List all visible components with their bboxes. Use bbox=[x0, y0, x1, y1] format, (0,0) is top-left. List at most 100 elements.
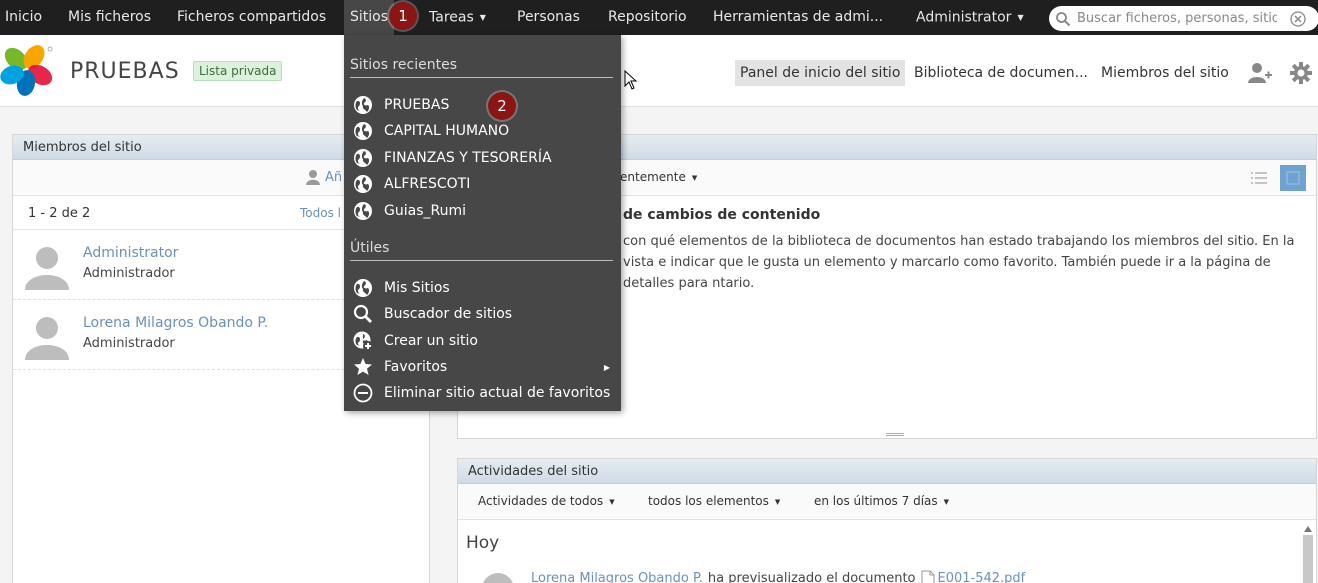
activity-user-link[interactable]: Lorena Milagros Obando P. bbox=[531, 571, 703, 583]
caret-down-icon: ▼ bbox=[609, 497, 615, 506]
activity-document-link[interactable]: E001-542.pdf bbox=[938, 571, 1026, 583]
star-icon bbox=[352, 356, 374, 378]
user-icon bbox=[306, 170, 320, 185]
recent-site-label: PRUEBAS bbox=[384, 97, 450, 113]
site-finder-item[interactable]: Buscador de sitios bbox=[352, 302, 612, 326]
activities-day-heading: Hoy bbox=[466, 533, 500, 553]
minus-circle-icon bbox=[352, 382, 374, 404]
avatar bbox=[482, 573, 514, 583]
recent-site-label: CAPITAL HUMANO bbox=[384, 123, 510, 139]
site-nav-document-library[interactable]: Biblioteca de documen... bbox=[909, 60, 1093, 86]
nav-repository[interactable]: Repositorio bbox=[608, 0, 687, 35]
scrollbar-thumb[interactable] bbox=[1303, 535, 1313, 583]
nav-tasks-label: Tareas bbox=[429, 9, 474, 26]
submenu-arrow-icon: ▶ bbox=[603, 362, 610, 372]
caret-down-icon: ▼ bbox=[774, 497, 781, 506]
site-activities-dashlet: Actividades del sitio Actividades de tod… bbox=[457, 458, 1317, 583]
nav-shared-files[interactable]: Ficheros compartidos bbox=[177, 0, 326, 35]
mouse-cursor-icon bbox=[624, 69, 638, 94]
search-box bbox=[1049, 6, 1318, 31]
recent-site-pruebas[interactable]: PRUEBAS bbox=[352, 93, 612, 117]
globe-icon bbox=[352, 147, 374, 169]
caret-down-icon: ▼ bbox=[691, 173, 698, 182]
search-input[interactable] bbox=[1077, 11, 1277, 26]
filter-label: entemente bbox=[620, 170, 686, 184]
alfresco-logo bbox=[0, 43, 55, 98]
detailed-view-icon[interactable] bbox=[1280, 165, 1306, 191]
create-site-item[interactable]: Crear un sitio bbox=[352, 329, 612, 353]
nav-admin-tools[interactable]: Herramientas de admi... bbox=[713, 0, 883, 35]
search-icon bbox=[352, 303, 374, 325]
globe-plus-icon bbox=[352, 330, 374, 352]
activities-type-filter[interactable]: todos los elementos ▼ bbox=[648, 494, 780, 508]
top-navigation-bar: Inicio Mis ficheros Ficheros compartidos… bbox=[0, 0, 1318, 35]
search-icon bbox=[1049, 11, 1077, 27]
document-icon bbox=[921, 570, 934, 583]
avatar bbox=[23, 312, 71, 364]
member-name-link[interactable]: Administrator bbox=[83, 245, 178, 261]
recent-sites-header: Sitios recientes bbox=[350, 57, 613, 78]
sites-dropdown-menu: Sitios recientes PRUEBAS CAPITAL HUMANO … bbox=[344, 35, 621, 411]
caret-down-icon: ▼ bbox=[943, 497, 950, 506]
globe-icon bbox=[352, 200, 374, 222]
recent-site-alfrescoti[interactable]: ALFRESCOTI bbox=[352, 172, 612, 196]
clear-search-icon[interactable] bbox=[1287, 10, 1309, 27]
recent-site-label: ALFRESCOTI bbox=[384, 176, 471, 192]
globe-icon bbox=[352, 173, 374, 195]
remove-favorite-item[interactable]: Eliminar sitio actual de favoritos bbox=[352, 381, 612, 405]
favorites-item[interactable]: Favoritos ▶ bbox=[352, 355, 612, 379]
nav-sites[interactable]: Sitios bbox=[344, 0, 395, 35]
activities-user-filter[interactable]: Actividades de todos ▼ bbox=[478, 494, 615, 508]
nav-tasks[interactable]: Tareas ▼ bbox=[429, 0, 486, 35]
step-marker-1: 1 bbox=[389, 2, 417, 30]
menu-item-label: Favoritos bbox=[384, 359, 448, 375]
recent-site-finanzas[interactable]: FINANZAS Y TESORERÍA bbox=[352, 146, 612, 170]
resize-handle[interactable] bbox=[886, 433, 904, 436]
content-filter-dropdown[interactable]: entemente ▼ bbox=[620, 170, 697, 184]
add-member-label: Añ bbox=[325, 169, 343, 185]
nav-people[interactable]: Personas bbox=[517, 0, 580, 35]
members-count: 1 - 2 de 2 bbox=[28, 206, 91, 221]
nav-home[interactable]: Inicio bbox=[5, 0, 42, 35]
filter-label: Actividades de todos bbox=[478, 494, 604, 508]
all-members-link[interactable]: Todos l bbox=[300, 206, 341, 220]
activities-range-filter[interactable]: en los últimos 7 días ▼ bbox=[814, 494, 949, 508]
menu-item-label: Mis Sitios bbox=[384, 280, 450, 296]
useful-header: Útiles bbox=[350, 240, 613, 261]
step-marker-2: 2 bbox=[488, 92, 516, 120]
dashlet-title: Actividades del sitio bbox=[458, 459, 1316, 484]
globe-icon bbox=[352, 277, 374, 299]
my-sites-item[interactable]: Mis Sitios bbox=[352, 276, 612, 300]
activities-scrollbar[interactable] bbox=[1302, 523, 1314, 583]
menu-item-label: Crear un sitio bbox=[384, 333, 478, 349]
site-title: PRUEBAS bbox=[70, 59, 180, 84]
recent-site-label: FINANZAS Y TESORERÍA bbox=[384, 150, 552, 166]
menu-item-label: Buscador de sitios bbox=[384, 306, 513, 322]
site-nav-members[interactable]: Miembros del sitio bbox=[1096, 60, 1234, 86]
recent-site-capital-humano[interactable]: CAPITAL HUMANO bbox=[352, 119, 612, 143]
filter-label: todos los elementos bbox=[648, 494, 769, 508]
nav-user-menu[interactable]: Administrator ▼ bbox=[916, 0, 1024, 35]
menu-item-label: Eliminar sitio actual de favoritos bbox=[384, 385, 611, 401]
site-nav-dashboard[interactable]: Panel de inicio del sitio bbox=[735, 60, 906, 86]
caret-down-icon: ▼ bbox=[1017, 13, 1024, 22]
nav-my-files[interactable]: Mis ficheros bbox=[68, 0, 151, 35]
avatar bbox=[23, 242, 71, 294]
member-name-link[interactable]: Lorena Milagros Obando P. bbox=[83, 315, 268, 331]
view-toggle bbox=[1246, 165, 1306, 191]
activity-action: ha previsualizado el documento bbox=[707, 570, 916, 583]
gear-icon[interactable] bbox=[1290, 62, 1312, 88]
member-role: Administrador bbox=[83, 336, 175, 351]
add-member-link[interactable]: Añ bbox=[305, 169, 342, 185]
activity-entry: Lorena Milagros Obando P. ha previsualiz… bbox=[531, 570, 1025, 583]
globe-icon bbox=[352, 94, 374, 116]
list-view-icon[interactable] bbox=[1246, 165, 1272, 191]
recent-site-guias-rumi[interactable]: Guias_Rumi bbox=[352, 199, 612, 223]
site-header: PRUEBAS Lista privada Panel de inicio de… bbox=[0, 35, 1318, 107]
member-role: Administrador bbox=[83, 266, 175, 281]
site-visibility-badge: Lista privada bbox=[193, 61, 283, 81]
invite-user-icon[interactable] bbox=[1248, 62, 1272, 88]
caret-down-icon: ▼ bbox=[479, 13, 486, 22]
scroll-up-icon[interactable] bbox=[1302, 523, 1314, 535]
nav-user-label: Administrator bbox=[916, 9, 1012, 26]
